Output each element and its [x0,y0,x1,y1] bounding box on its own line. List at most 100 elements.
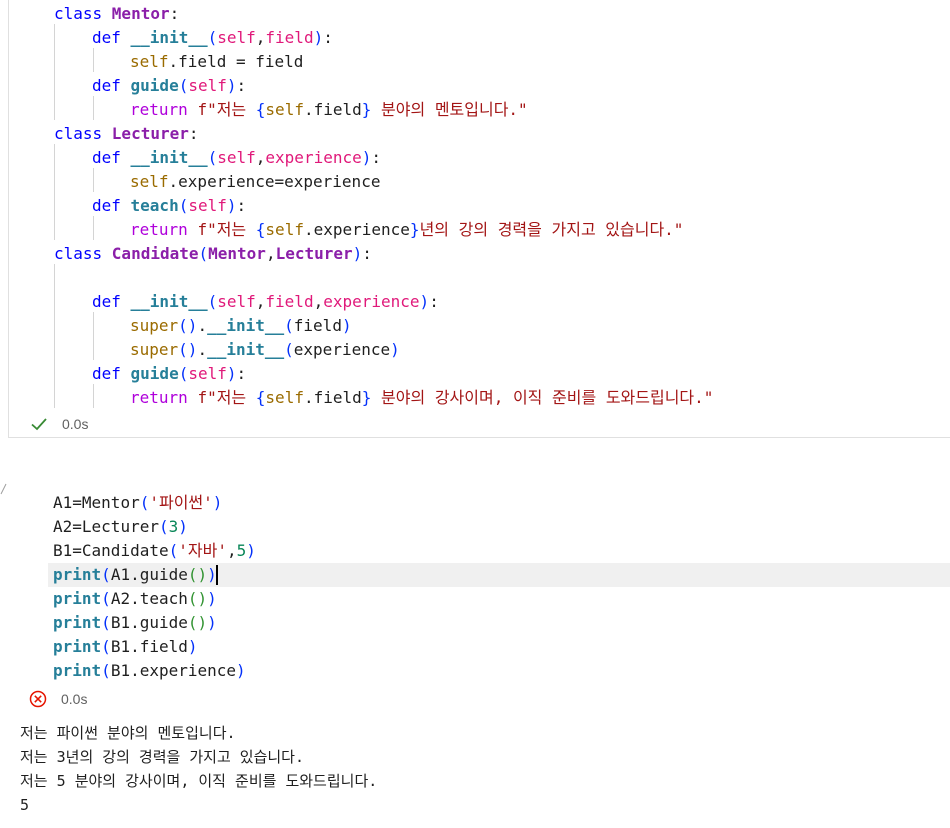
code-token: ( [284,340,294,359]
code-line[interactable]: return f"저는 {self.field} 분야의 강사이며, 이직 준비… [130,386,713,410]
code-line[interactable]: print(B1.guide()) [53,611,217,635]
code-token: teach [130,196,179,215]
output-line: 저는 3년의 강의 경력을 가지고 있습니다. [20,748,305,766]
code-token: : [169,4,180,23]
code-token: { [255,388,266,407]
code-token: print [53,637,102,656]
code-line[interactable]: def __init__(self,field): [92,26,333,50]
code-line[interactable]: return f"저는 {self.experience}년의 강의 경력을 가… [130,218,683,242]
error-icon [29,690,47,708]
code-token: return [130,100,198,119]
code-token: __init__ [207,316,285,335]
code-token: ) [226,196,237,215]
code-token: 분야의 강사이며, 이직 준비를 도와드립니다." [371,388,714,407]
code-token: print [53,589,102,608]
code-line[interactable]: A1=Mentor('파이썬') [53,491,222,515]
code-token: ( [101,589,111,608]
code-line[interactable]: def __init__(self,experience): [92,146,381,170]
code-token: self [188,76,227,95]
code-line[interactable]: B1=Candidate('자바',5) [53,539,256,563]
code-token: '파이썬' [149,493,213,512]
code-cell-classes[interactable]: class Mentor: def __init__(self,field): se… [8,0,950,438]
code-line[interactable]: print(A2.teach()) [53,587,217,611]
code-line[interactable]: def guide(self): [92,362,246,386]
indent-guide [54,144,55,240]
code-line[interactable]: A2=Lecturer(3) [53,515,188,539]
code-token: B1.field [110,637,188,656]
code-token: ( [284,316,294,335]
code-token: , [255,292,266,311]
code-token: ( [101,637,111,656]
code-token: self [265,388,304,407]
code-token: experience [323,292,420,311]
code-token: __init__ [130,28,208,47]
code-token: def [92,196,131,215]
code-token: A2 [53,517,73,536]
code-token: ( [207,28,218,47]
code-token: } [409,220,420,239]
code-token: field [265,28,314,47]
code-line[interactable]: print(B1.field) [53,635,198,659]
code-token: __init__ [130,292,208,311]
code-token: = [72,517,82,536]
code-line[interactable]: def teach(self): [92,194,246,218]
code-token: experience [265,148,362,167]
code-token: ( [178,364,189,383]
code-line[interactable]: def guide(self): [92,74,246,98]
code-line[interactable]: print(B1.experience) [53,659,246,683]
code-token: ) [390,340,400,359]
code-token: { [255,220,266,239]
code-token: : [362,244,372,263]
code-token: : [429,292,439,311]
code-token: self [265,100,304,119]
code-token: f"저는 [197,100,256,119]
code-token: , [226,541,237,560]
code-line[interactable]: self.field = field [130,50,303,74]
code-token: , [255,28,266,47]
code-token: def [92,148,131,167]
code-token: () [178,340,198,359]
code-line[interactable]: return f"저는 {self.field} 분야의 멘토입니다." [130,98,528,122]
code-token: __init__ [207,340,285,359]
code-token: { [255,100,266,119]
code-token: () [187,565,208,584]
indent-guide [93,48,94,72]
output-line: 5 [20,796,30,814]
code-token: print [53,613,102,632]
code-token: Mentor [81,493,140,512]
code-line[interactable]: class Lecturer: [54,122,199,146]
indent-guide [93,216,94,240]
code-token: = [72,541,82,560]
code-line[interactable]: class Candidate(Mentor,Lecturer): [54,242,372,266]
indent-guide [93,312,94,360]
code-line[interactable]: def __init__(self,field,experience): [92,290,439,314]
code-token: Mentor [208,244,266,263]
code-token: . [197,316,208,335]
indent-guide [93,384,94,408]
code-token: ( [178,76,189,95]
indent-guide [93,168,94,192]
code-token: Candidate [111,244,199,263]
code-token: ) [226,364,237,383]
code-line[interactable]: print(A1.guide()) [53,563,217,587]
code-token: f"저는 [197,220,256,239]
code-token: ) [352,244,363,263]
code-line[interactable]: super().__init__(field) [130,314,352,338]
code-token: . [197,340,208,359]
code-token: ( [101,661,111,680]
code-token: ( [101,613,111,632]
code-token: Lecturer [111,124,189,143]
code-token: : [323,28,333,47]
code-token: ( [139,493,150,512]
code-line[interactable]: super().__init__(experience) [130,338,400,362]
code-token: A1.guide [110,565,188,584]
code-token: ) [187,637,198,656]
code-token: self [217,148,256,167]
code-line[interactable]: self.experience=experience [130,170,380,194]
code-token: experience [293,340,391,359]
output-line: 저는 5 분야의 강사이며, 이직 준비를 도와드립니다. [20,772,378,790]
code-token: ) [236,661,246,680]
code-token: return [130,388,198,407]
code-token: __init__ [130,148,208,167]
code-line[interactable]: class Mentor: [54,2,179,26]
